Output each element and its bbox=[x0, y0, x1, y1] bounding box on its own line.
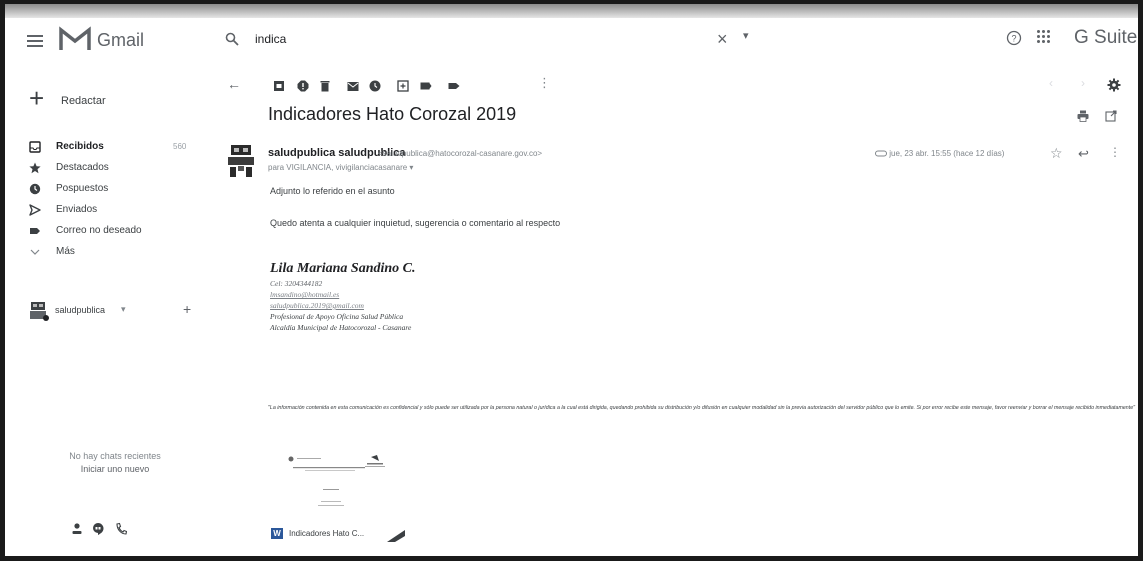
gear-icon[interactable] bbox=[1107, 78, 1121, 92]
reply-icon[interactable]: ↩ bbox=[1078, 146, 1089, 162]
gmail-window: Gmail × ▾ ? G Suite + Redactar Recibidos… bbox=[5, 18, 1138, 556]
svg-text:?: ? bbox=[1011, 34, 1016, 44]
archive-icon[interactable] bbox=[273, 80, 285, 92]
compose-button[interactable]: + Redactar bbox=[25, 84, 125, 114]
add-to-tasks-icon[interactable] bbox=[397, 80, 409, 92]
signature-phone: Cel: 3204344182 bbox=[270, 279, 323, 288]
hangouts-user[interactable]: saludpublica ▾ + bbox=[29, 301, 199, 321]
hangouts-icon[interactable] bbox=[91, 522, 105, 536]
attachment-name: Indicadores Hato C... bbox=[289, 529, 365, 538]
send-icon bbox=[29, 204, 41, 216]
attachment-chip[interactable]: W Indicadores Hato C... bbox=[271, 526, 411, 542]
spam-icon bbox=[30, 228, 40, 234]
scan-top-edge bbox=[5, 4, 1138, 18]
chevron-down-icon[interactable]: ▾ bbox=[409, 163, 413, 172]
gmail-logo-icon bbox=[59, 26, 91, 50]
snooze-icon[interactable] bbox=[369, 80, 381, 92]
body-line: Adjunto lo referido en el asunto bbox=[270, 186, 395, 196]
message-date-text: jue, 23 abr. 15:55 (hace 12 días) bbox=[889, 149, 1005, 158]
no-chats-panel: No hay chats recientes Iniciar uno nuevo bbox=[5, 450, 225, 476]
more-options-icon[interactable]: ⋮ bbox=[538, 75, 551, 91]
message-date: jue, 23 abr. 15:55 (hace 12 días) bbox=[875, 149, 1004, 158]
apps-grid-icon[interactable] bbox=[1037, 30, 1051, 44]
new-window-icon[interactable] bbox=[1105, 110, 1117, 122]
sidebar-item-label: Enviados bbox=[56, 204, 98, 215]
add-chat-icon[interactable]: + bbox=[183, 301, 191, 317]
signature-email-link[interactable]: lmsandino@hotmail.es bbox=[270, 290, 339, 299]
unread-count: 560 bbox=[173, 142, 187, 151]
plus-icon: + bbox=[29, 83, 45, 113]
star-icon[interactable]: ☆ bbox=[1050, 145, 1063, 162]
help-icon[interactable]: ? bbox=[1006, 30, 1022, 46]
sidebar-item-more[interactable]: Más bbox=[5, 243, 205, 264]
more-options-icon[interactable]: ⋮ bbox=[1109, 145, 1121, 159]
main-menu-icon[interactable] bbox=[27, 32, 43, 50]
search-options-icon[interactable]: ▾ bbox=[743, 29, 749, 42]
older-message-icon[interactable]: › bbox=[1081, 76, 1085, 90]
signature-name: Lila Mariana Sandino C. bbox=[270, 261, 416, 276]
signature-logo-image bbox=[288, 455, 385, 506]
signature-email-link[interactable]: saludpublica.2019@gmail.com bbox=[270, 301, 364, 310]
sidebar-item-inbox[interactable]: Recibidos 560 bbox=[5, 138, 205, 159]
sender-email: <saludpublica@hatocorozal-casanare.gov.c… bbox=[378, 149, 543, 158]
no-chats-text: No hay chats recientes bbox=[69, 451, 161, 461]
chevron-down-icon[interactable]: ▾ bbox=[121, 304, 126, 315]
start-chat-link[interactable]: Iniciar uno nuevo bbox=[5, 463, 225, 476]
sidebar-item-starred[interactable]: Destacados bbox=[5, 159, 205, 180]
print-icon[interactable] bbox=[1077, 110, 1089, 122]
label-icon[interactable] bbox=[448, 80, 460, 92]
search-icon[interactable] bbox=[225, 32, 239, 46]
sidebar-item-sent[interactable]: Enviados bbox=[5, 201, 205, 222]
sidebar-nav: Recibidos 560 Destacados Pospuestos Envi… bbox=[5, 138, 205, 264]
avatar bbox=[30, 302, 49, 321]
clear-search-icon[interactable]: × bbox=[717, 29, 728, 50]
sidebar-item-label: Pospuestos bbox=[56, 183, 109, 194]
recipients-line[interactable]: para VIGILANCIA, vivigilanciacasanare ▾ bbox=[268, 163, 413, 172]
attachment-icon bbox=[875, 150, 887, 157]
download-corner-icon[interactable] bbox=[387, 528, 405, 542]
mark-unread-icon[interactable] bbox=[347, 80, 359, 92]
sidebar-item-label: Recibidos bbox=[56, 141, 104, 152]
report-spam-icon[interactable] bbox=[297, 80, 309, 92]
sidebar-item-label: Correo no deseado bbox=[56, 225, 142, 236]
chevron-down-icon bbox=[30, 249, 40, 255]
move-to-icon[interactable] bbox=[420, 80, 432, 92]
delete-icon[interactable] bbox=[319, 80, 331, 92]
recipients-text: para VIGILANCIA, vivigilanciacasanare bbox=[268, 163, 408, 172]
person-icon[interactable] bbox=[71, 522, 83, 536]
signature-organization: Alcaldía Municipal de Hatocorozal - Casa… bbox=[270, 323, 412, 332]
hangouts-user-name: saludpublica bbox=[55, 305, 106, 315]
message-subject: Indicadores Hato Corozal 2019 bbox=[268, 104, 517, 124]
signature-role: Profesional de Apoyo Oficina Salud Públi… bbox=[270, 312, 404, 321]
back-arrow-icon[interactable]: ← bbox=[227, 76, 241, 92]
sidebar-item-label: Destacados bbox=[56, 162, 109, 173]
sender-avatar bbox=[228, 145, 254, 177]
star-icon bbox=[29, 162, 41, 174]
clock-icon bbox=[29, 183, 41, 195]
sidebar-item-label: Más bbox=[56, 246, 75, 257]
compose-label: Redactar bbox=[61, 95, 106, 107]
app-title: Gmail bbox=[97, 30, 145, 50]
search-input[interactable] bbox=[255, 29, 695, 49]
body-line: Quedo atenta a cualquier inquietud, suge… bbox=[270, 218, 561, 228]
confidentiality-disclaimer: "La información contenida en esta comuni… bbox=[268, 405, 1136, 411]
gsuite-label[interactable]: G Suite bbox=[1074, 27, 1137, 49]
word-document-icon: W bbox=[271, 528, 283, 539]
sidebar-item-snoozed[interactable]: Pospuestos bbox=[5, 180, 205, 201]
phone-icon[interactable] bbox=[115, 522, 127, 536]
sidebar-item-spam[interactable]: Correo no deseado bbox=[5, 222, 205, 243]
newer-message-icon[interactable]: ‹ bbox=[1049, 76, 1053, 90]
hangouts-footer bbox=[69, 522, 169, 538]
inbox-icon bbox=[29, 141, 41, 153]
